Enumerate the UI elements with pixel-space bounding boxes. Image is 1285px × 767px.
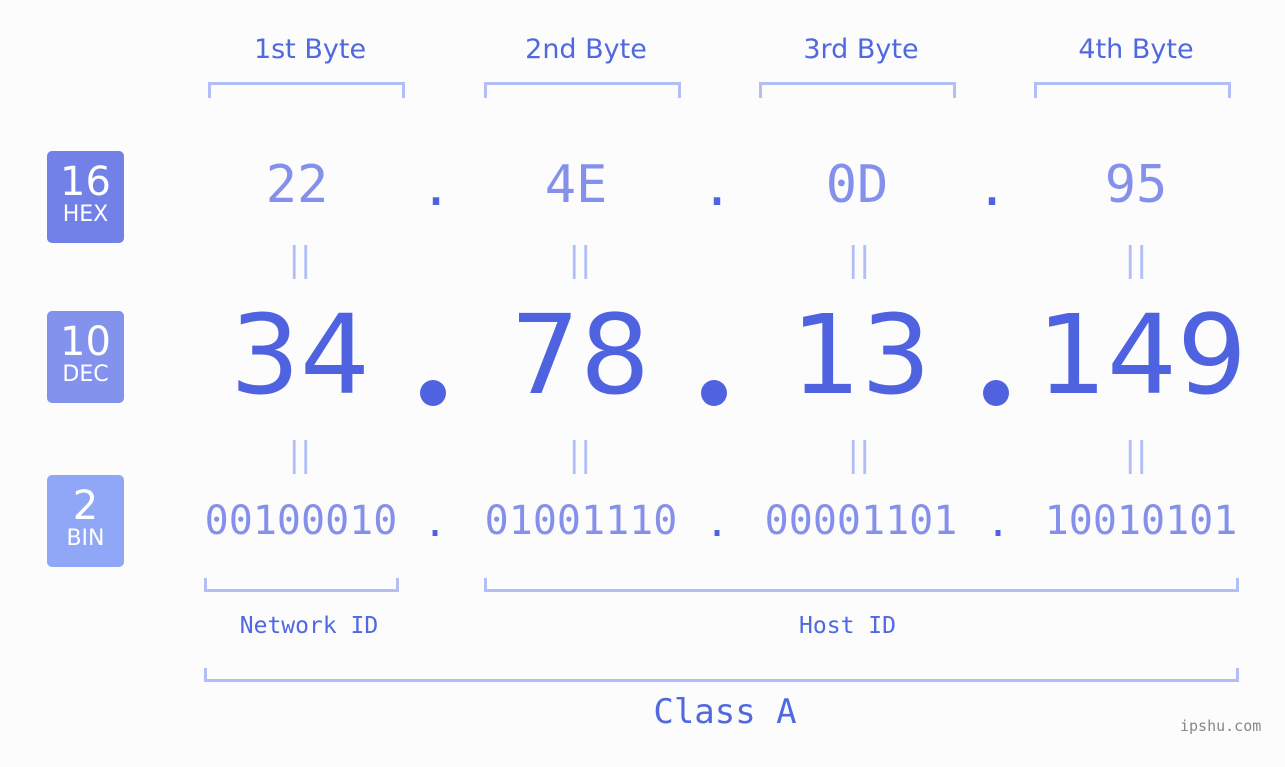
bin-separator: .: [704, 500, 730, 546]
hex-separator: .: [701, 158, 733, 218]
bin-badge: 2 BIN: [47, 475, 124, 567]
equals-sign: ||: [568, 435, 592, 475]
hex-badge-base: 16: [60, 159, 111, 205]
byte-header-3: 3rd Byte: [803, 34, 919, 65]
byte-bracket-2: [484, 82, 681, 98]
byte-header-2: 2nd Byte: [525, 34, 647, 65]
equals-sign: ||: [847, 240, 871, 280]
hex-byte-4: 95: [1104, 155, 1168, 215]
equals-sign: ||: [1124, 240, 1148, 280]
bin-byte-4: 10010101: [1044, 498, 1238, 544]
dec-badge: 10 DEC: [47, 311, 124, 403]
class-label: Class A: [653, 692, 797, 732]
hex-byte-3: 0D: [825, 155, 889, 215]
class-bracket: [204, 668, 1239, 682]
dec-separator-dot: [701, 380, 727, 406]
bin-badge-base: 2: [72, 483, 99, 529]
dec-separator-dot: [420, 380, 446, 406]
dec-byte-4: 149: [1037, 291, 1247, 419]
bin-byte-2: 01001110: [484, 498, 678, 544]
byte-bracket-3: [759, 82, 956, 98]
dec-byte-1: 34: [230, 291, 370, 419]
hex-badge-label: HEX: [62, 202, 109, 227]
byte-bracket-4: [1034, 82, 1231, 98]
hex-byte-2: 4E: [544, 155, 608, 215]
network-id-label: Network ID: [239, 613, 379, 639]
bin-byte-1: 00100010: [204, 498, 398, 544]
hex-byte-1: 22: [265, 155, 329, 215]
bin-badge-label: BIN: [66, 526, 105, 551]
host-id-bracket: [484, 578, 1239, 592]
equals-sign: ||: [1124, 435, 1148, 475]
equals-sign: ||: [288, 435, 312, 475]
dec-separator-dot: [983, 380, 1009, 406]
host-id-label: Host ID: [799, 613, 896, 639]
dec-badge-base: 10: [60, 319, 111, 365]
byte-header-4: 4th Byte: [1078, 34, 1194, 65]
byte-bracket-1: [208, 82, 405, 98]
bin-separator: .: [985, 500, 1011, 546]
dec-byte-3: 13: [791, 291, 931, 419]
bin-byte-3: 00001101: [764, 498, 958, 544]
hex-separator: .: [976, 158, 1008, 218]
byte-header-1: 1st Byte: [253, 34, 367, 65]
equals-sign: ||: [568, 240, 592, 280]
watermark: ipshu.com: [1180, 717, 1262, 735]
bin-separator: .: [422, 500, 448, 546]
dec-byte-2: 78: [510, 291, 650, 419]
network-id-bracket: [204, 578, 399, 592]
hex-badge: 16 HEX: [47, 151, 124, 243]
dec-badge-label: DEC: [62, 362, 109, 387]
equals-sign: ||: [288, 240, 312, 280]
equals-sign: ||: [847, 435, 871, 475]
hex-separator: .: [420, 158, 452, 218]
